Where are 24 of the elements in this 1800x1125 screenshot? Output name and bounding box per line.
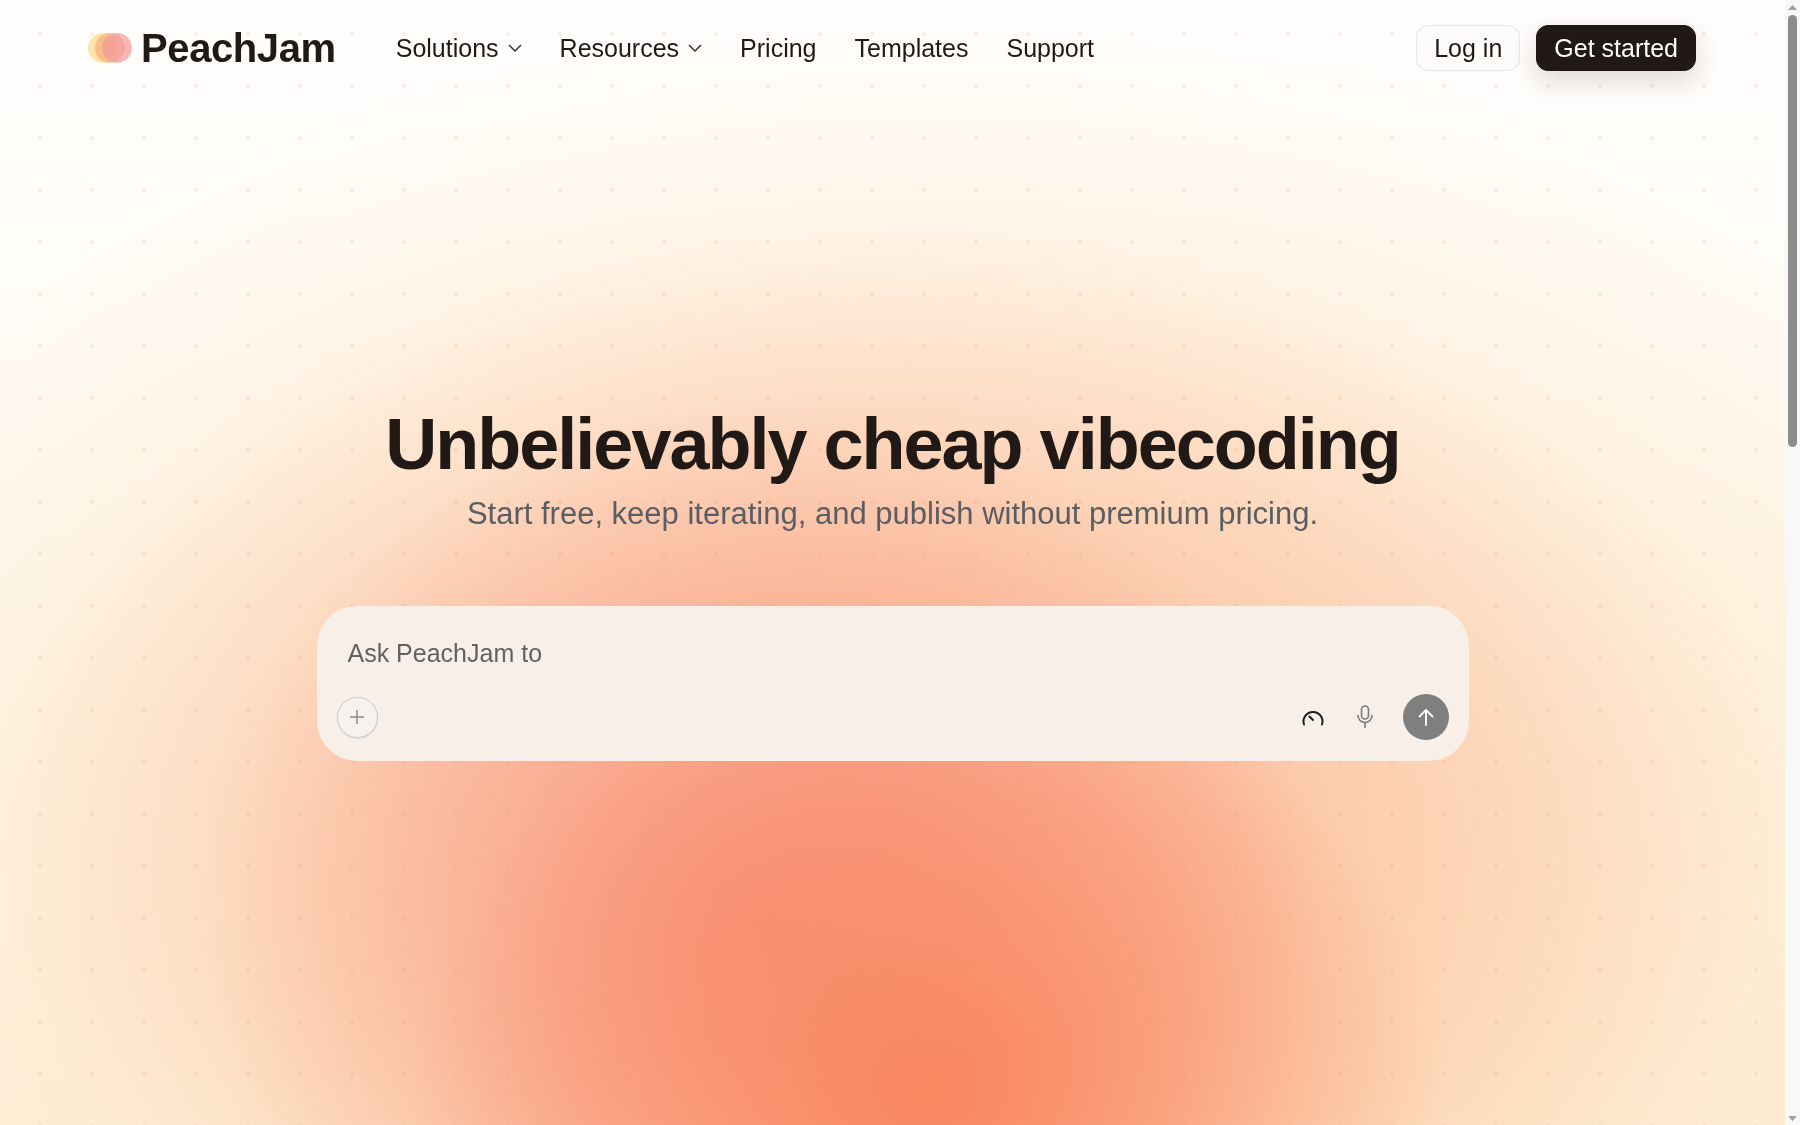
plus-icon — [349, 709, 365, 725]
nav-link[interactable]: Support — [1006, 33, 1094, 63]
add-button[interactable] — [336, 696, 378, 738]
get-started-button[interactable]: Get started — [1536, 25, 1696, 71]
scrollbar-track[interactable] — [1785, 0, 1800, 1125]
scroll-down-icon[interactable] — [1788, 1116, 1797, 1121]
nav-dropdown[interactable]: Solutions — [395, 33, 522, 63]
scroll-up-icon[interactable] — [1788, 5, 1797, 10]
chevron-down-icon — [688, 44, 703, 52]
nav-dropdown[interactable]: Resources — [559, 33, 703, 63]
prompt-field[interactable]: Ask PeachJam to — [336, 636, 1449, 670]
arrow-up-icon — [1416, 708, 1435, 726]
nav-link[interactable]: Templates — [854, 33, 969, 63]
login-button[interactable]: Log in — [1416, 25, 1521, 71]
scrollbar-thumb[interactable] — [1788, 15, 1797, 447]
brand-link[interactable]: PeachJam — [88, 25, 336, 71]
send-button[interactable] — [1402, 694, 1449, 740]
gauge-icon — [1300, 708, 1325, 726]
hero-title: Unbelievably cheap vibecoding — [385, 405, 1400, 484]
nav-link[interactable]: Pricing — [740, 33, 817, 63]
logo-icon — [88, 33, 132, 63]
microphone-icon — [1355, 705, 1374, 729]
hero-subtitle: Start free, keep iterating, and publish without premium pricing. — [466, 495, 1319, 533]
chevron-down-icon — [507, 44, 522, 52]
